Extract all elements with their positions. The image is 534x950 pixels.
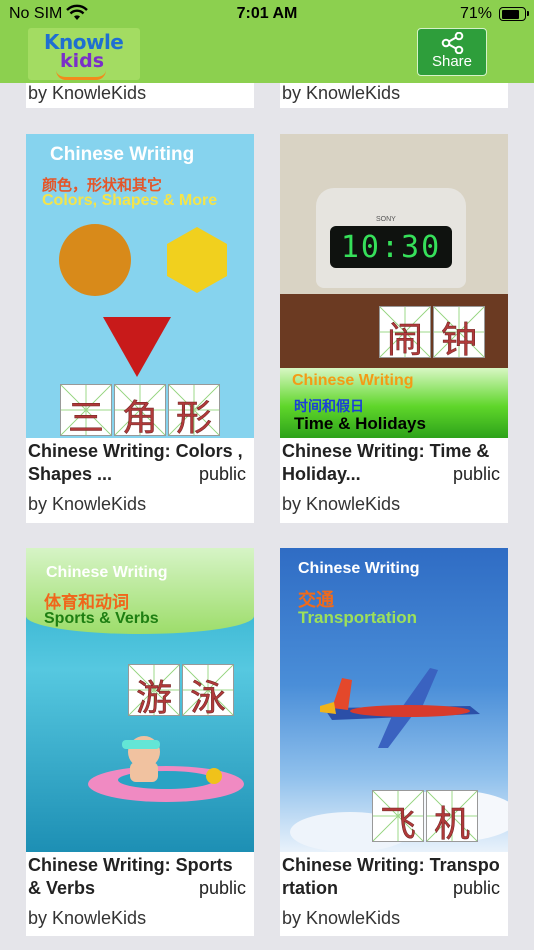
cover-banner: Chinese Writing 时间和假日 Time & Holidays: [280, 368, 508, 438]
card-author: by KnowleKids: [282, 908, 401, 928]
card-author: by KnowleKids: [282, 83, 401, 103]
share-button[interactable]: Share: [417, 28, 487, 76]
share-icon: [441, 32, 464, 54]
knowlekids-logo[interactable]: Knowle kids: [28, 28, 140, 80]
char-box: 三: [60, 384, 112, 438]
card-partial-left[interactable]: by KnowleKids: [26, 83, 254, 108]
card-author: by KnowleKids: [28, 494, 147, 514]
logo-text-bottom: kids: [60, 50, 105, 72]
visibility-label: public: [198, 878, 246, 898]
alarm-clock: 10:30 SONY: [316, 188, 466, 288]
card-author: by KnowleKids: [28, 908, 147, 928]
visibility-label: public: [452, 878, 500, 898]
char-box: 泳: [182, 664, 234, 719]
card-author: by KnowleKids: [282, 494, 401, 514]
cover-heading: Chinese Writing: [292, 372, 414, 389]
clock-brand: SONY: [376, 216, 396, 223]
clock-time: 7:01 AM: [236, 5, 298, 22]
cover-en: Time & Holidays: [294, 414, 426, 433]
char-box: 飞: [372, 790, 424, 845]
book-card[interactable]: 10:30 SONY 闹 钟 Chinese Writing 时间和假日 Tim…: [280, 134, 508, 523]
book-cover: Chinese Writing 交通 Transportation 飞 机: [280, 548, 508, 852]
char-box: 游: [128, 664, 180, 719]
logo-smile: [56, 70, 106, 80]
book-card[interactable]: Chinese Writing 颜色，形状和其它 Colors, Shapes …: [26, 134, 254, 523]
book-cover: 10:30 SONY 闹 钟 Chinese Writing 时间和假日 Tim…: [280, 134, 508, 438]
status-bar: No SIM 7:01 AM 71%: [0, 0, 534, 28]
char-box: 机: [426, 790, 478, 845]
card-partial-right[interactable]: by KnowleKids: [280, 83, 508, 108]
cover-zh: 时间和假日: [294, 398, 364, 414]
clock-display: 10:30: [340, 230, 442, 265]
visibility-label: public: [198, 464, 246, 484]
char-box: 角: [114, 384, 166, 438]
char-box: 闹: [379, 306, 431, 361]
book-card[interactable]: Chinese Writing 体育和动词 Sports & Verbs 游 泳…: [26, 548, 254, 936]
char-box: 钟: [433, 306, 485, 361]
visibility-label: public: [452, 464, 500, 484]
battery-percent: 71%: [459, 5, 492, 22]
share-label: Share: [431, 53, 473, 70]
book-cover: Chinese Writing 颜色，形状和其它 Colors, Shapes …: [26, 134, 254, 438]
char-box: 形: [168, 384, 220, 438]
book-card[interactable]: Chinese Writing 交通 Transportation 飞 机 Ch…: [280, 548, 508, 936]
book-cover: Chinese Writing 体育和动词 Sports & Verbs 游 泳: [26, 548, 254, 852]
battery-icon: [499, 7, 529, 21]
card-author: by KnowleKids: [28, 83, 147, 103]
nav-bar: Knowle kids Share: [0, 28, 534, 83]
